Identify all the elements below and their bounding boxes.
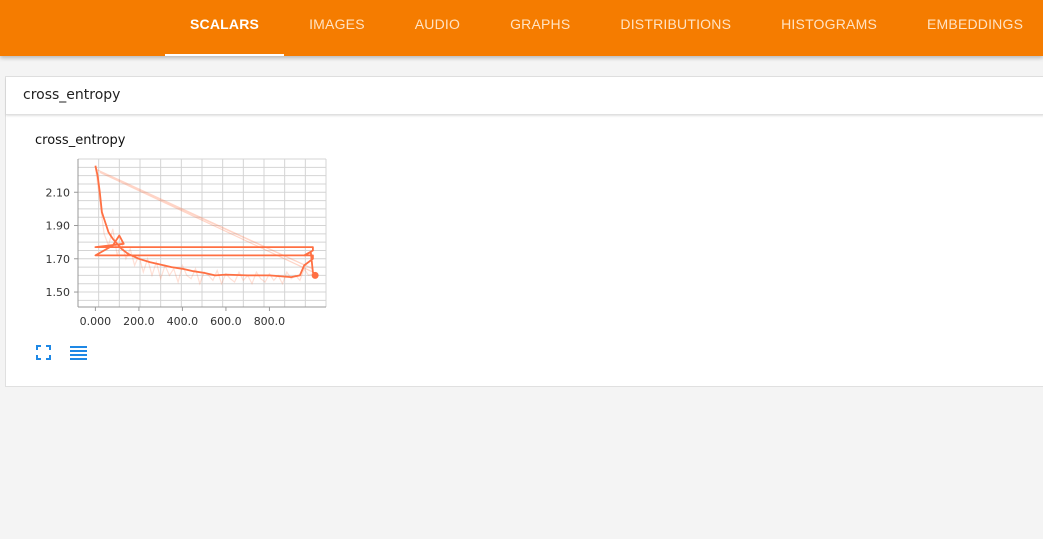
tab-bar: SCALARS IMAGES AUDIO GRAPHS DISTRIBUTION… (165, 0, 1043, 56)
tab-scalars[interactable]: SCALARS (165, 0, 285, 56)
tab-histograms[interactable]: HISTOGRAMS (756, 0, 902, 56)
y-tick-label: 1.90 (46, 220, 71, 233)
x-tick-label: 600.0 (210, 315, 242, 328)
tag-group-pane: cross_entropy cross_entropy 1.50 1.70 1.90… (5, 76, 1043, 387)
cross-entropy-chart[interactable]: 1.50 1.70 1.90 2.10 0.000 200.0 400.0 600.0 800.… (26, 155, 327, 335)
x-tick-label: 800.0 (254, 315, 286, 328)
y-tick-label: 1.70 (46, 253, 71, 266)
tab-graphs[interactable]: GRAPHS (485, 0, 595, 56)
last-point-marker (311, 271, 319, 279)
tag-group-header[interactable]: cross_entropy (6, 77, 1043, 115)
y-tick-label: 1.50 (46, 286, 71, 299)
x-tick-label: 0.000 (80, 315, 112, 328)
fullscreen-icon[interactable] (34, 343, 53, 362)
tab-embeddings[interactable]: EMBEDDINGS (902, 0, 1043, 56)
log-scale-icon[interactable] (69, 343, 88, 362)
chart-card-actions (34, 343, 88, 362)
tab-distributions[interactable]: DISTRIBUTIONS (595, 0, 756, 56)
x-tick-label: 200.0 (123, 315, 155, 328)
chart-card-title: cross_entropy (35, 133, 126, 148)
wraparound-series-line (95, 168, 314, 273)
tab-images[interactable]: IMAGES (284, 0, 390, 56)
top-nav-bar: SCALARS IMAGES AUDIO GRAPHS DISTRIBUTION… (0, 0, 1043, 56)
x-tick-label: 400.0 (167, 315, 199, 328)
y-tick-label: 2.10 (46, 186, 71, 199)
tab-audio[interactable]: AUDIO (390, 0, 485, 56)
